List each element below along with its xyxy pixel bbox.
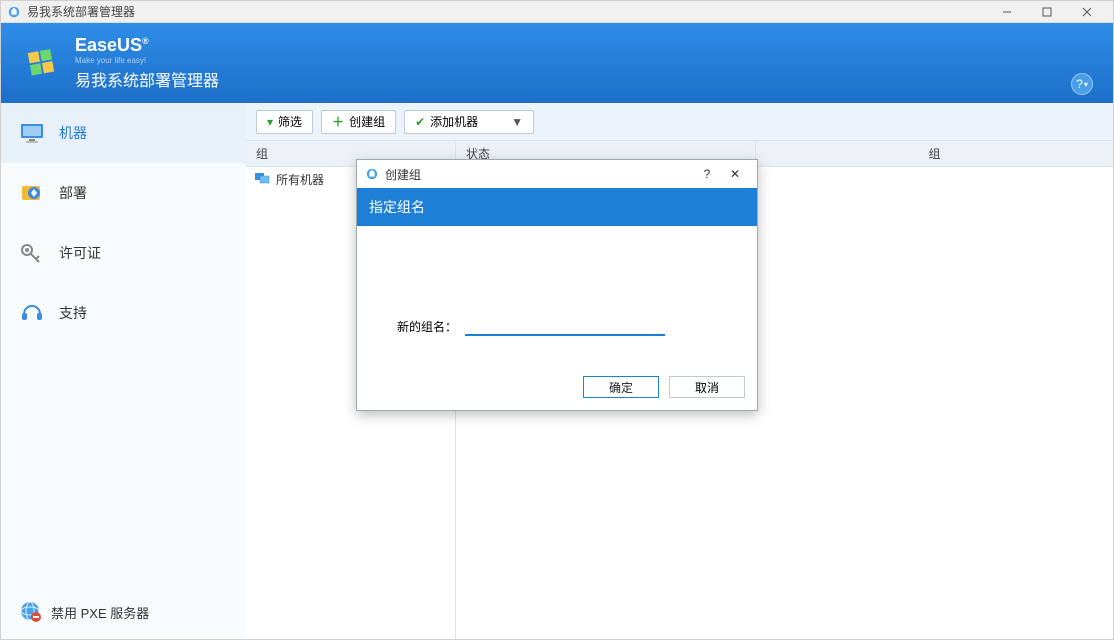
sidebar-pxe-label: 禁用 PXE 服务器 [51, 603, 149, 622]
dialog-help-button[interactable]: ? [693, 167, 721, 181]
button-label: 添加机器 [430, 113, 478, 130]
sidebar-item-label: 部署 [59, 183, 87, 203]
globe-stop-icon [19, 600, 41, 625]
dialog-band: 指定组名 [357, 188, 757, 226]
sidebar-item-label: 机器 [59, 123, 87, 143]
brand-subtitle: 易我系统部署管理器 [75, 67, 219, 91]
app-window: 易我系统部署管理器 EaseUS® Make your life easy! 易… [0, 0, 1114, 640]
plus-icon: ＋ [332, 113, 344, 130]
button-label: 筛选 [278, 113, 302, 130]
headset-icon [19, 302, 45, 324]
monitor-icon [19, 122, 45, 144]
dialog-icon [365, 167, 379, 181]
key-icon [19, 242, 45, 264]
sidebar-pxe-toggle[interactable]: 禁用 PXE 服务器 [1, 586, 246, 639]
logo-block: EaseUS® Make your life easy! 易我系统部署管理器 [21, 35, 219, 91]
create-group-button[interactable]: ＋ 创建组 [321, 110, 396, 134]
create-group-dialog: 创建组 ? ✕ 指定组名 新的组名： 确定 取消 [356, 159, 758, 411]
group-name-label: 新的组名： [397, 318, 457, 335]
app-icon [7, 5, 21, 19]
sidebar-item-license[interactable]: 许可证 [1, 223, 246, 283]
logo-icon [21, 42, 63, 84]
button-label: 创建组 [349, 113, 385, 130]
brand-name: EaseUS® [75, 35, 219, 56]
toolbar: ▾ 筛选 ＋ 创建组 ✔ 添加机器 ▼ [246, 103, 1113, 141]
maximize-button[interactable] [1027, 2, 1067, 22]
dialog-close-button[interactable]: ✕ [721, 167, 749, 181]
help-button[interactable]: ?▾ [1071, 73, 1093, 95]
group-name-input[interactable] [465, 316, 665, 336]
sidebar-item-machines[interactable]: 机器 [1, 103, 246, 163]
check-icon: ✔ [415, 115, 425, 129]
close-button[interactable] [1067, 2, 1107, 22]
sidebar-item-label: 许可证 [59, 243, 101, 263]
funnel-icon: ▾ [267, 115, 273, 129]
sidebar-item-label: 支持 [59, 303, 87, 323]
column-header-group: 组 [246, 145, 278, 162]
minimize-button[interactable] [987, 2, 1027, 22]
sidebar: 机器 部署 许可证 支持 禁用 PXE 服务器 [1, 103, 246, 639]
titlebar: 易我系统部署管理器 [1, 1, 1113, 23]
sidebar-item-support[interactable]: 支持 [1, 283, 246, 343]
header-banner: EaseUS® Make your life easy! 易我系统部署管理器 ?… [1, 23, 1113, 103]
deploy-icon [19, 182, 45, 204]
column-header-group2: 组 [756, 145, 1113, 162]
dialog-title: 创建组 [385, 166, 693, 183]
window-title: 易我系统部署管理器 [27, 3, 987, 20]
sidebar-item-deploy[interactable]: 部署 [1, 163, 246, 223]
add-machine-dropdown[interactable]: ✔ 添加机器 ▼ [404, 110, 534, 134]
monitors-icon [254, 171, 270, 188]
tree-item-label: 所有机器 [276, 171, 324, 188]
filter-button[interactable]: ▾ 筛选 [256, 110, 313, 134]
dialog-titlebar: 创建组 ? ✕ [357, 160, 757, 188]
dialog-ok-button[interactable]: 确定 [583, 376, 659, 398]
brand-tagline: Make your life easy! [75, 56, 219, 65]
chevron-down-icon: ▼ [511, 115, 523, 129]
dialog-band-text: 指定组名 [369, 197, 425, 217]
dialog-cancel-button[interactable]: 取消 [669, 376, 745, 398]
